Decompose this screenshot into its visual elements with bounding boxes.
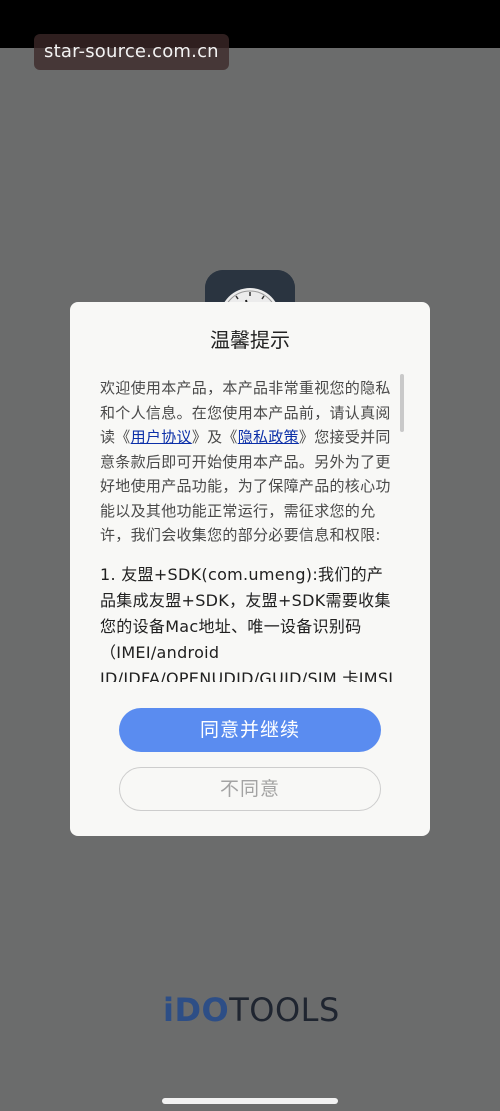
user-agreement-link[interactable]: 用户协议 — [131, 428, 192, 446]
disagree-button[interactable]: 不同意 — [119, 767, 381, 811]
home-indicator[interactable] — [162, 1098, 338, 1104]
intro-paragraph: 欢迎使用本产品，本产品非常重视您的隐私和个人信息。在您使用本产品前，请认真阅读《… — [100, 376, 396, 548]
agree-button[interactable]: 同意并继续 — [119, 708, 381, 752]
brand-logo: iDOTOOLS — [163, 990, 339, 1030]
brand-logo-do: DO — [174, 991, 230, 1029]
privacy-policy-link[interactable]: 隐私政策 — [238, 428, 299, 446]
umeng-sdk-item: 1. 友盟+SDK(com.umeng):我们的产品集成友盟+SDK，友盟+SD… — [100, 564, 394, 683]
brand-logo-i: i — [163, 991, 175, 1029]
brand-logo-tools: TOOLS — [229, 991, 340, 1029]
content-scrollbar[interactable] — [400, 374, 404, 432]
privacy-dialog: 温馨提示 欢迎使用本产品，本产品非常重视您的隐私和个人信息。在您使用本产品前，请… — [70, 302, 430, 836]
dialog-title: 温馨提示 — [210, 328, 290, 352]
watermark: star-source.com.cn — [34, 34, 229, 70]
dialog-content[interactable]: 欢迎使用本产品，本产品非常重视您的隐私和个人信息。在您使用本产品前，请认真阅读《… — [100, 376, 396, 682]
intro-text-middle: 》及《 — [191, 428, 238, 446]
